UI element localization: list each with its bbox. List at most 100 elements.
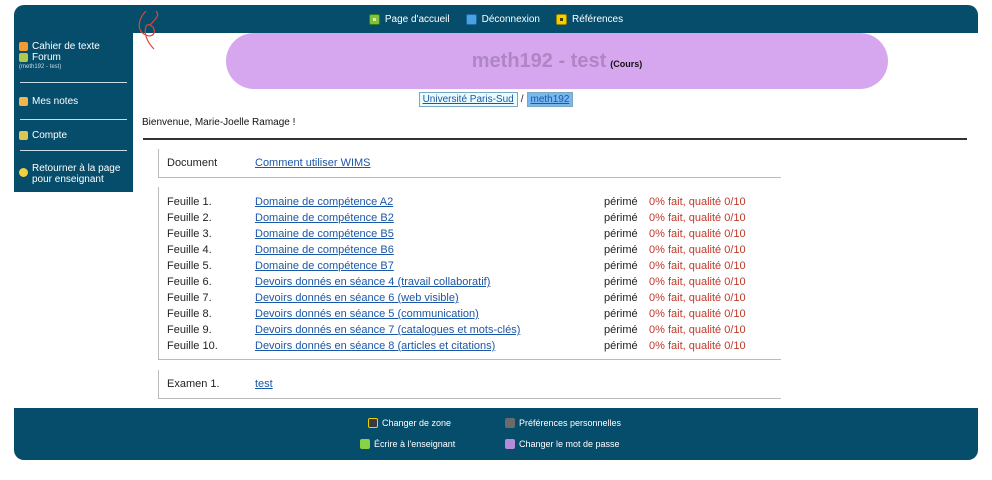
exam-section: Examen 1. test [158, 370, 781, 399]
course-type: (Cours) [610, 59, 643, 69]
worksheet-status: périmé [604, 292, 638, 304]
exam-row: Examen 1. test [159, 376, 781, 392]
breadcrumb: Université Paris-Sud / meth192 [0, 92, 992, 107]
exam-link[interactable]: test [255, 376, 273, 392]
worksheet-score: 0% fait, qualité 0/10 [649, 244, 746, 256]
write-teacher-label: Écrire à l'enseignant [374, 439, 456, 449]
preferences-label: Préférences personnelles [519, 418, 622, 428]
sidebar-item-retour[interactable]: Retourner à la page pour enseignant [14, 163, 133, 185]
retour-line1: Retourner à la page [32, 163, 121, 174]
worksheet-link[interactable]: Devoirs donnés en séance 4 (travail coll… [255, 274, 490, 290]
worksheet-score: 0% fait, qualité 0/10 [649, 260, 746, 272]
worksheet-score: 0% fait, qualité 0/10 [649, 276, 746, 288]
document-link[interactable]: Comment utiliser WIMS [255, 155, 371, 171]
worksheet-score: 0% fait, qualité 0/10 [649, 196, 746, 208]
worksheet-row: Feuille 7. Devoirs donnés en séance 6 (we… [159, 290, 781, 306]
welcome-message: Bienvenue, Marie-Joelle Ramage ! [142, 117, 296, 128]
document-section: Document Comment utiliser WIMS [158, 149, 781, 178]
account-icon [19, 131, 28, 140]
home-label: Page d'accueil [384, 13, 450, 25]
references-link[interactable]: Références [555, 13, 624, 25]
change-zone-link[interactable]: Changer de zone [368, 418, 451, 428]
write-teacher-link[interactable]: Écrire à l'enseignant [360, 439, 455, 449]
worksheet-score: 0% fait, qualité 0/10 [649, 308, 746, 320]
home-icon [368, 13, 380, 25]
worksheet-row: Feuille 5. Domaine de compétence B7 périmé… [159, 258, 781, 274]
worksheet-status: périmé [604, 196, 638, 208]
worksheet-score: 0% fait, qualité 0/10 [649, 340, 746, 352]
change-zone-label: Changer de zone [382, 418, 452, 428]
worksheet-label: Feuille 8. [167, 308, 212, 320]
worksheet-link[interactable]: Domaine de compétence A2 [255, 194, 393, 210]
compte-label: Compte [32, 130, 68, 141]
logout-link[interactable]: Déconnexion [465, 13, 540, 25]
document-row: Document Comment utiliser WIMS [159, 155, 781, 171]
worksheet-label: Feuille 2. [167, 212, 212, 224]
worksheet-label: Feuille 1. [167, 196, 212, 208]
breadcrumb-university-link[interactable]: Université Paris-Sud [418, 92, 518, 107]
worksheet-link[interactable]: Devoirs donnés en séance 7 (catalogues e… [255, 322, 520, 338]
worksheet-link[interactable]: Devoirs donnés en séance 8 (articles et … [255, 338, 495, 354]
worksheet-row: Feuille 1. Domaine de compétence A2 périmé… [159, 194, 781, 210]
mail-icon [360, 439, 370, 449]
worksheet-row: Feuille 4. Domaine de compétence B6 périmé… [159, 242, 781, 258]
worksheet-link[interactable]: Domaine de compétence B7 [255, 258, 394, 274]
retour-label: Retourner à la page pour enseignant [32, 163, 120, 185]
worksheet-status: périmé [604, 308, 638, 320]
worksheet-link[interactable]: Domaine de compétence B5 [255, 226, 394, 242]
worksheet-label: Feuille 7. [167, 292, 212, 304]
worksheet-score: 0% fait, qualité 0/10 [649, 228, 746, 240]
worksheet-label: Feuille 5. [167, 260, 212, 272]
exam-label: Examen 1. [167, 378, 220, 390]
preferences-link[interactable]: Préférences personnelles [505, 418, 621, 428]
forum-icon [19, 53, 28, 62]
sidebar-item-forum[interactable]: Forum [14, 52, 133, 63]
sidebar-item-compte[interactable]: Compte [14, 130, 133, 141]
change-password-label: Changer le mot de passe [519, 439, 620, 449]
course-title: meth192 - test [471, 49, 607, 72]
worksheet-link[interactable]: Domaine de compétence B2 [255, 210, 394, 226]
worksheet-row: Feuille 8. Devoirs donnés en séance 5 (co… [159, 306, 781, 322]
worksheets-list: Feuille 1. Domaine de compétence A2 périmé… [159, 194, 781, 354]
forum-label: Forum [32, 52, 61, 63]
worksheet-status: périmé [604, 212, 638, 224]
worksheet-row: Feuille 2. Domaine de compétence B2 périmé… [159, 210, 781, 226]
footer-bar: Changer de zone Préférences personnelles… [14, 408, 978, 460]
worksheet-row: Feuille 6. Devoirs donnés en séance 4 (tr… [159, 274, 781, 290]
worksheet-status: périmé [604, 244, 638, 256]
worksheet-label: Feuille 10. [167, 340, 218, 352]
worksheet-label: Feuille 6. [167, 276, 212, 288]
worksheet-score: 0% fait, qualité 0/10 [649, 212, 746, 224]
document-label: Document [167, 157, 218, 169]
worksheet-link[interactable]: Devoirs donnés en séance 6 (web visible) [255, 290, 459, 306]
ribbon-decoration [138, 10, 159, 50]
cahier-label: Cahier de texte [32, 41, 100, 52]
worksheets-section: Feuille 1. Domaine de compétence A2 périmé… [158, 187, 781, 360]
references-icon [555, 13, 567, 25]
course-title-banner: meth192 - test (Cours) [226, 33, 888, 89]
home-link[interactable]: Page d'accueil [368, 13, 450, 25]
worksheet-score: 0% fait, qualité 0/10 [649, 292, 746, 304]
preferences-icon [505, 418, 515, 428]
references-label: Références [571, 13, 624, 25]
worksheet-link[interactable]: Domaine de compétence B6 [255, 242, 394, 258]
logout-icon [465, 13, 477, 25]
sidebar-item-cahier[interactable]: Cahier de texte [14, 41, 133, 52]
breadcrumb-class-link[interactable]: meth192 [526, 92, 574, 107]
worksheet-label: Feuille 3. [167, 228, 212, 240]
worksheet-row: Feuille 10. Devoirs donnés en séance 8 (a… [159, 338, 781, 354]
worksheet-row: Feuille 9. Devoirs donnés en séance 7 (ca… [159, 322, 781, 338]
worksheet-status: périmé [604, 228, 638, 240]
zone-icon [368, 418, 378, 428]
worksheet-score: 0% fait, qualité 0/10 [649, 324, 746, 336]
retour-line2: pour enseignant [32, 174, 104, 185]
worksheet-status: périmé [604, 260, 638, 272]
sidebar: Cahier de texte Forum (meth192 - test) M… [14, 33, 133, 192]
change-password-link[interactable]: Changer le mot de passe [505, 439, 620, 449]
notebook-icon [19, 42, 28, 51]
worksheet-label: Feuille 9. [167, 324, 212, 336]
worksheet-link[interactable]: Devoirs donnés en séance 5 (communicatio… [255, 306, 479, 322]
breadcrumb-separator: / [520, 94, 524, 105]
header-divider [143, 138, 967, 140]
worksheet-status: périmé [604, 340, 638, 352]
